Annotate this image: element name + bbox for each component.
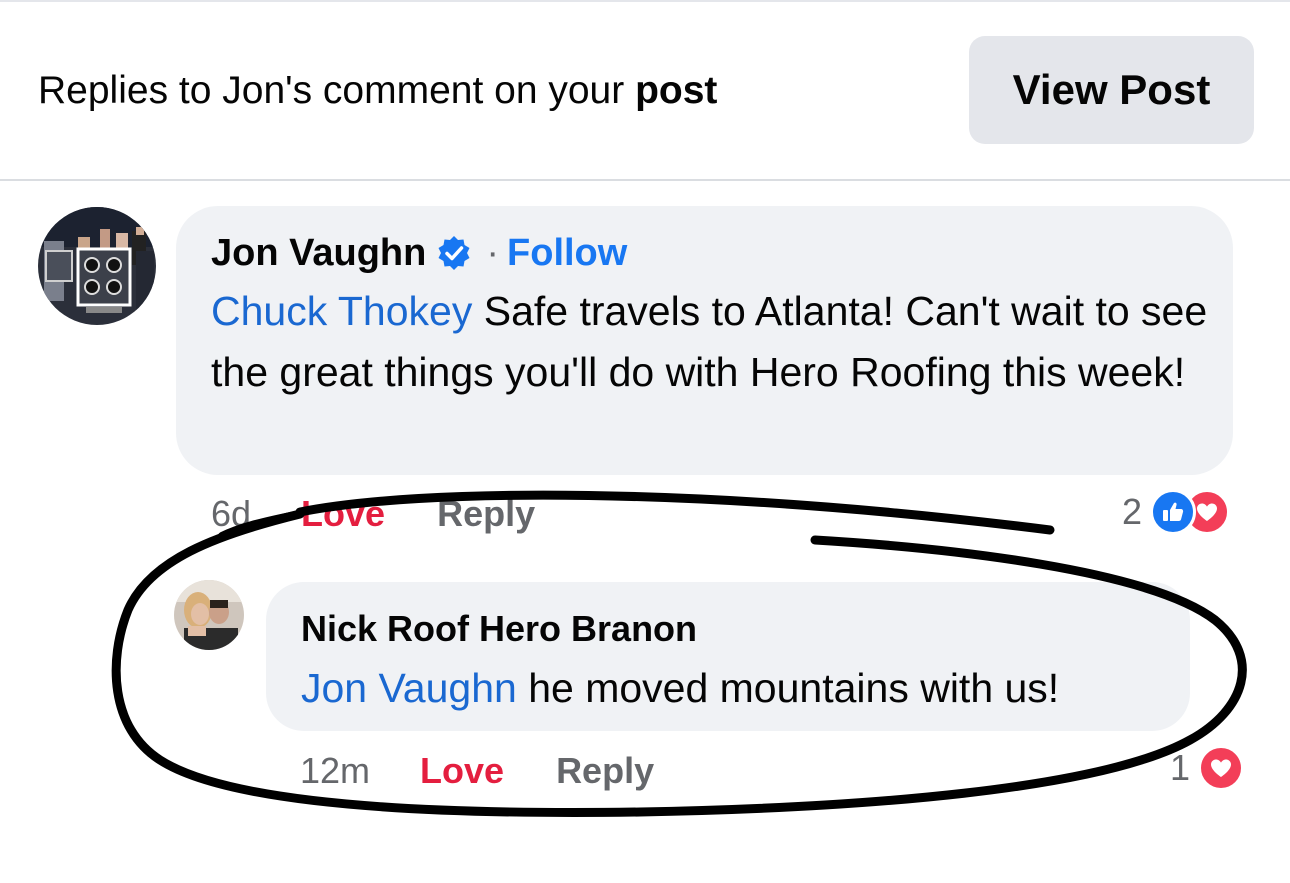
reaction-summary[interactable]: 2 [1122,489,1231,535]
comment-timestamp[interactable]: 6d [211,493,251,535]
reaction-count: 1 [1170,747,1191,788]
author-name[interactable]: Jon Vaughn [211,232,426,275]
author-name[interactable]: Nick Roof Hero Branon [301,608,697,650]
reply-text: Jon Vaughn he moved mountains with us! [301,658,1181,719]
mention-link[interactable]: Jon Vaughn [301,665,517,711]
like-icon [1150,489,1197,535]
reaction-summary[interactable]: 1 [1170,745,1245,791]
reply-author-row: Nick Roof Hero Branon [301,606,697,652]
follow-link[interactable]: Follow [507,232,627,275]
view-post-button[interactable]: View Post [969,36,1254,144]
reaction-count: 2 [1122,491,1143,532]
reply-button[interactable]: Reply [556,750,654,792]
reply-actions: 12m Love Reply [300,750,654,792]
mention-link[interactable]: Chuck Thokey [211,288,472,334]
header-title: Replies to Jon's comment on your post [38,68,717,114]
replies-header: Replies to Jon's comment on your post Vi… [0,0,1290,181]
header-title-prefix: Replies to Jon's comment on your [38,69,636,112]
love-button[interactable]: Love [301,493,385,535]
avatar-nick-branon[interactable] [174,580,244,650]
avatar-jon-vaughn[interactable] [38,207,156,325]
reply-body: he moved mountains with us! [516,665,1060,711]
love-button[interactable]: Love [420,750,504,792]
reply-button[interactable]: Reply [437,493,535,535]
separator-dot: · [486,231,500,274]
verified-badge-icon [436,235,472,271]
comment-author-row: Jon Vaughn · Follow [211,230,627,276]
comment-actions: 6d Love Reply [211,493,535,535]
reply-timestamp[interactable]: 12m [300,750,370,792]
post-link[interactable]: post [635,69,717,112]
comment-text: Chuck Thokey Safe travels to Atlanta! Ca… [211,281,1216,403]
love-icon [1198,745,1245,791]
